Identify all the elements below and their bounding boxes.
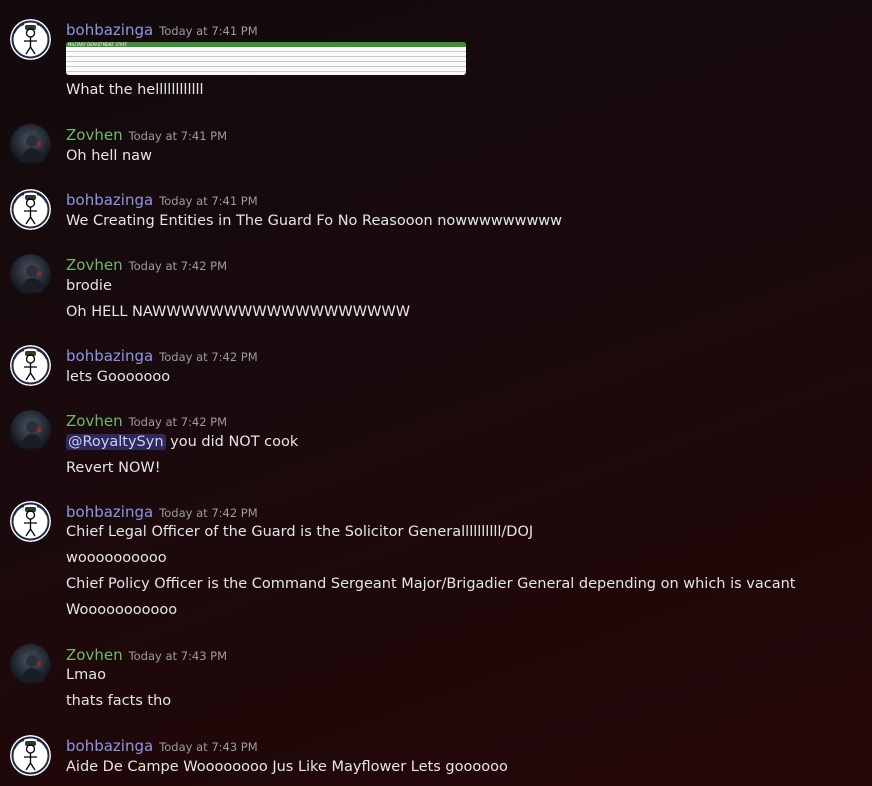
message-header: Zovhen Today at 7:43 PM xyxy=(66,644,227,666)
avatar-zovhen[interactable] xyxy=(10,254,51,295)
username[interactable]: Zovhen xyxy=(66,646,123,664)
attachment-row xyxy=(66,72,466,75)
username[interactable]: bohbazinga xyxy=(66,503,153,521)
message-header: bohbazinga Today at 7:41 PM xyxy=(66,189,258,211)
message-text: We Creating Entities in The Guard Fo No … xyxy=(66,213,563,229)
message-text: @RoyaltySyn you did NOT cook xyxy=(66,431,298,453)
username[interactable]: Zovhen xyxy=(66,256,123,274)
username[interactable]: bohbazinga xyxy=(66,737,153,755)
avatar-bohbazinga[interactable] xyxy=(10,345,51,386)
message-text-segment: you did NOT cook xyxy=(165,434,299,450)
username[interactable]: bohbazinga xyxy=(66,191,153,209)
message-text: Chief Legal Officer of the Guard is the … xyxy=(66,524,534,540)
message-text: brodie xyxy=(66,278,112,294)
timestamp: Today at 7:43 PM xyxy=(128,649,228,663)
message-header: bohbazinga Today at 7:43 PM xyxy=(66,735,258,757)
username[interactable]: bohbazinga xyxy=(66,21,153,39)
avatar-bohbazinga[interactable] xyxy=(10,501,51,542)
message-text: Aide De Campe Woooooooo Jus Like Mayflow… xyxy=(66,759,508,775)
avatar-bohbazinga[interactable] xyxy=(10,189,51,230)
message-header: bohbazinga Today at 7:42 PM xyxy=(66,345,258,367)
avatar-bohbazinga[interactable] xyxy=(10,19,51,60)
timestamp: Today at 7:42 PM xyxy=(159,506,258,520)
timestamp: Today at 7:42 PM xyxy=(159,350,258,364)
message-header: Zovhen Today at 7:41 PM xyxy=(66,124,227,146)
timestamp: Today at 7:42 PM xyxy=(128,259,228,273)
timestamp: Today at 7:42 PM xyxy=(128,415,228,429)
timestamp: Today at 7:43 PM xyxy=(159,740,258,754)
message-text: Oh hell naw xyxy=(66,148,152,164)
message-text: Wooooooooooo xyxy=(66,602,178,618)
message-text: thats facts tho xyxy=(66,693,172,709)
user-mention[interactable]: @RoyaltySyn xyxy=(66,434,166,450)
message-text: lets Gooooooo xyxy=(66,369,171,385)
message-text: Lmao xyxy=(66,667,106,683)
message-header: Zovhen Today at 7:42 PM xyxy=(66,254,227,276)
timestamp: Today at 7:41 PM xyxy=(159,24,258,38)
timestamp: Today at 7:41 PM xyxy=(159,194,258,208)
avatar-zovhen[interactable] xyxy=(10,644,51,685)
message-header: bohbazinga Today at 7:42 PM xyxy=(66,501,258,523)
avatar-zovhen[interactable] xyxy=(10,410,51,451)
timestamp: Today at 7:41 PM xyxy=(128,129,228,143)
message-text: What the hellllllllllll xyxy=(66,82,204,98)
image-attachment[interactable]: MILITARY DEPARTMENT STAFF xyxy=(66,42,466,75)
username[interactable]: Zovhen xyxy=(66,412,123,430)
avatar-bohbazinga[interactable] xyxy=(10,735,51,776)
message-header: bohbazinga Today at 7:41 PM xyxy=(66,19,258,41)
message-header: Zovhen Today at 7:42 PM xyxy=(66,410,227,432)
message-text: Revert NOW! xyxy=(66,460,161,476)
username[interactable]: Zovhen xyxy=(66,126,123,144)
username[interactable]: bohbazinga xyxy=(66,347,153,365)
avatar-zovhen[interactable] xyxy=(10,124,51,165)
message-text: woooooooooo xyxy=(66,550,167,566)
message-text: Chief Policy Officer is the Command Serg… xyxy=(66,576,796,592)
message-text: Oh HELL NAWWWWWWWWWWWWWWWWWW xyxy=(66,304,411,320)
